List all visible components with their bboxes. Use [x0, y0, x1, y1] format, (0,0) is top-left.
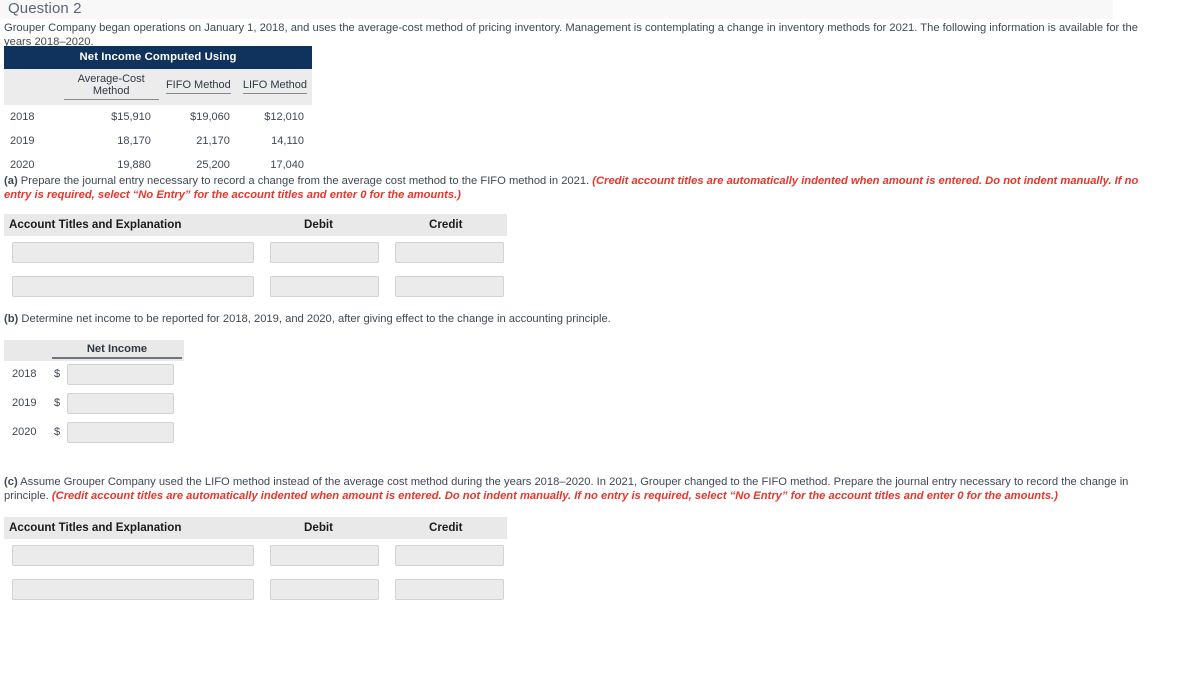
cell-fifo: $19,060	[190, 111, 230, 123]
credit-amount-input[interactable]	[395, 276, 504, 297]
journal-header-debit: Debit	[304, 218, 333, 231]
column-header-blank	[4, 69, 64, 105]
part-b-instructions: (b) Determine net income to be reported …	[4, 312, 1144, 326]
account-title-input[interactable]	[12, 276, 254, 297]
net-income-input-2020[interactable]	[67, 422, 174, 443]
table-row: 2019 18,170 21,170 14,110	[4, 129, 312, 153]
account-title-input[interactable]	[12, 242, 254, 263]
journal-header-account: Account Titles and Explanation	[9, 218, 182, 231]
intro-text: Grouper Company began operations on Janu…	[4, 22, 1138, 48]
column-header-lifo: LIFO Method	[237, 69, 312, 105]
net-income-header-band: Net Income	[4, 340, 184, 361]
part-a-instructions: (a) Prepare the journal entry necessary …	[4, 174, 1144, 202]
net-income-computed-table: Net Income Computed Using Average-Cost M…	[4, 46, 312, 177]
column-header-fifo: FIFO Method	[158, 69, 238, 105]
journal-entry-row	[4, 236, 507, 270]
net-income-input-2019[interactable]	[67, 393, 174, 414]
cell-average-cost: 18,170	[117, 135, 151, 147]
column-header-average-cost: Average-Cost Method	[63, 69, 159, 105]
part-b-marker: (b)	[4, 313, 19, 325]
journal-entry-row	[4, 573, 507, 607]
row-year: 2018	[10, 111, 35, 123]
part-b-net-income-table: Net Income 2018 $ 2019 $ 2020 $	[4, 340, 184, 448]
net-income-input-2018[interactable]	[67, 364, 174, 385]
account-title-input[interactable]	[12, 579, 254, 600]
table-column-header-row: Average-Cost Method FIFO Method LIFO Met…	[4, 69, 312, 105]
cell-lifo: 14,110	[271, 135, 304, 147]
part-c-journal-table: Account Titles and Explanation Debit Cre…	[4, 517, 507, 607]
credit-amount-input[interactable]	[395, 242, 504, 263]
credit-amount-input[interactable]	[395, 579, 504, 600]
question-header-bar: Question 2	[0, 0, 1113, 19]
journal-entry-row	[4, 539, 507, 573]
part-c-instructions: (c) Assume Grouper Company used the LIFO…	[4, 475, 1144, 503]
journal-header-row: Account Titles and Explanation Debit Cre…	[4, 517, 507, 539]
cell-lifo: $12,010	[264, 111, 304, 123]
journal-header-credit: Credit	[429, 521, 463, 534]
journal-entry-row	[4, 270, 507, 304]
journal-header-credit: Credit	[429, 218, 463, 231]
net-income-computed-title: Net Income Computed Using	[4, 46, 312, 69]
journal-header-account: Account Titles and Explanation	[9, 521, 182, 534]
page-title: Question 2	[8, 0, 82, 17]
journal-header-debit: Debit	[304, 521, 333, 534]
cell-fifo: 21,170	[196, 135, 230, 147]
net-income-row: 2018 $	[4, 361, 184, 390]
part-a-journal-table: Account Titles and Explanation Debit Cre…	[4, 214, 507, 304]
credit-amount-input[interactable]	[395, 545, 504, 566]
debit-amount-input[interactable]	[270, 545, 379, 566]
row-year: 2019	[10, 135, 35, 147]
debit-amount-input[interactable]	[270, 579, 379, 600]
intro-paragraph: Grouper Company began operations on Janu…	[4, 21, 1154, 49]
row-year: 2019	[12, 397, 37, 409]
currency-symbol: $	[54, 368, 61, 380]
currency-symbol: $	[54, 426, 61, 438]
currency-symbol: $	[54, 397, 61, 409]
cell-average-cost: $15,910	[111, 111, 151, 123]
part-c-note: (Credit account titles are automatically…	[51, 490, 1058, 502]
part-a-prompt: Prepare the journal entry necessary to r…	[17, 175, 593, 187]
table-title-row: Net Income Computed Using	[4, 46, 312, 69]
net-income-row: 2020 $	[4, 419, 184, 448]
part-c-marker: (c)	[4, 476, 18, 488]
table-row: 2018 $15,910 $19,060 $12,010	[4, 105, 312, 129]
debit-amount-input[interactable]	[270, 276, 379, 297]
part-b-prompt: Determine net income to be reported for …	[18, 313, 611, 325]
account-title-input[interactable]	[12, 545, 254, 566]
row-year: 2018	[12, 368, 37, 380]
net-income-column-header: Net Income	[52, 343, 182, 359]
part-a-marker: (a)	[4, 175, 18, 187]
debit-amount-input[interactable]	[270, 242, 379, 263]
journal-header-row: Account Titles and Explanation Debit Cre…	[4, 214, 507, 236]
net-income-row: 2019 $	[4, 390, 184, 419]
row-year: 2020	[12, 426, 37, 438]
